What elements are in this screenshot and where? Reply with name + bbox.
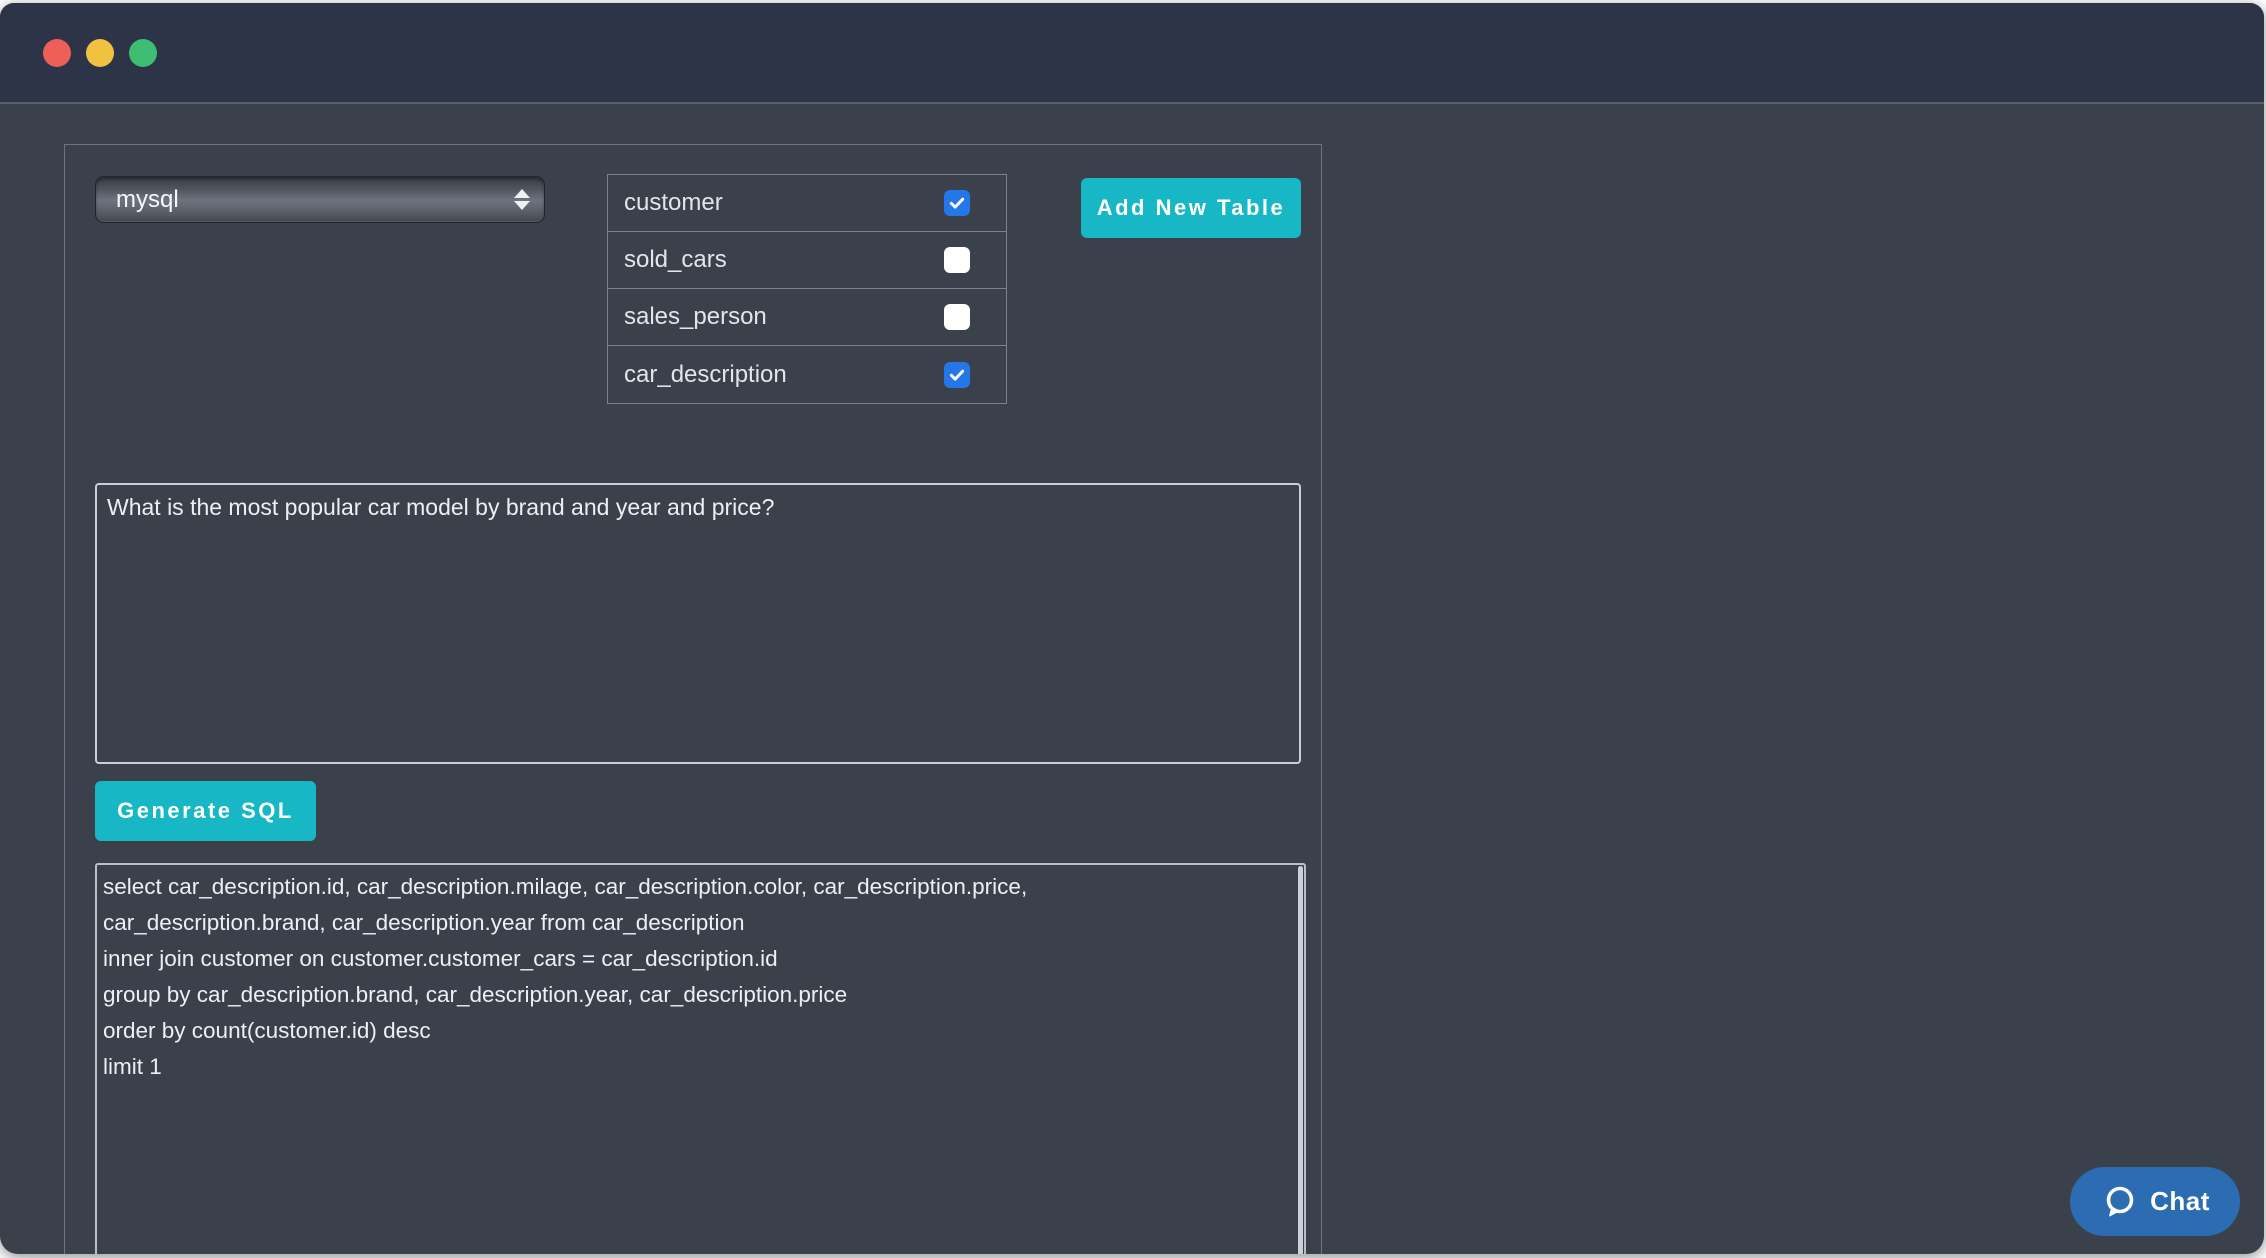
sql-output-scrollbar[interactable] xyxy=(1298,866,1303,1254)
table-name-label: sales_person xyxy=(624,303,767,331)
page-content: mysql customer sold_cars sales_person car_d… xyxy=(0,104,2264,1252)
chevron-up-down-icon xyxy=(514,189,530,210)
close-window-icon[interactable] xyxy=(43,39,71,67)
table-name-label: car_description xyxy=(624,361,787,389)
checkmark-icon xyxy=(948,366,966,384)
table-checkbox[interactable] xyxy=(944,247,970,273)
sql-output-wrapper: select car_description.id, car_descripti… xyxy=(95,863,1306,1254)
question-input[interactable]: What is the most popular car model by br… xyxy=(95,483,1301,764)
add-new-table-button[interactable]: Add New Table xyxy=(1081,178,1301,238)
chat-button-label: Chat xyxy=(2150,1186,2210,1217)
minimize-window-icon[interactable] xyxy=(86,39,114,67)
chat-bubble-icon xyxy=(2100,1183,2138,1221)
checkmark-icon xyxy=(948,194,966,212)
chat-button[interactable]: Chat xyxy=(2070,1167,2240,1236)
table-checkbox[interactable] xyxy=(944,304,970,330)
database-select[interactable]: mysql xyxy=(95,176,545,223)
table-row: sales_person xyxy=(608,289,1006,346)
window-titlebar xyxy=(0,3,2264,104)
table-checkbox[interactable] xyxy=(944,190,970,216)
maximize-window-icon[interactable] xyxy=(129,39,157,67)
query-form-panel: mysql customer sold_cars sales_person car_d… xyxy=(64,144,1322,1254)
table-checkbox[interactable] xyxy=(944,362,970,388)
table-name-label: customer xyxy=(624,189,723,217)
generate-sql-button[interactable]: Generate SQL xyxy=(95,781,316,841)
app-window: mysql customer sold_cars sales_person car_d… xyxy=(0,3,2264,1254)
table-row: car_description xyxy=(608,346,1006,403)
table-name-label: sold_cars xyxy=(624,246,727,274)
database-select-value: mysql xyxy=(116,186,179,214)
sql-output[interactable]: select car_description.id, car_descripti… xyxy=(95,863,1306,1254)
table-row: sold_cars xyxy=(608,232,1006,289)
table-list: customer sold_cars sales_person car_descrip… xyxy=(607,174,1007,404)
table-row: customer xyxy=(608,175,1006,232)
